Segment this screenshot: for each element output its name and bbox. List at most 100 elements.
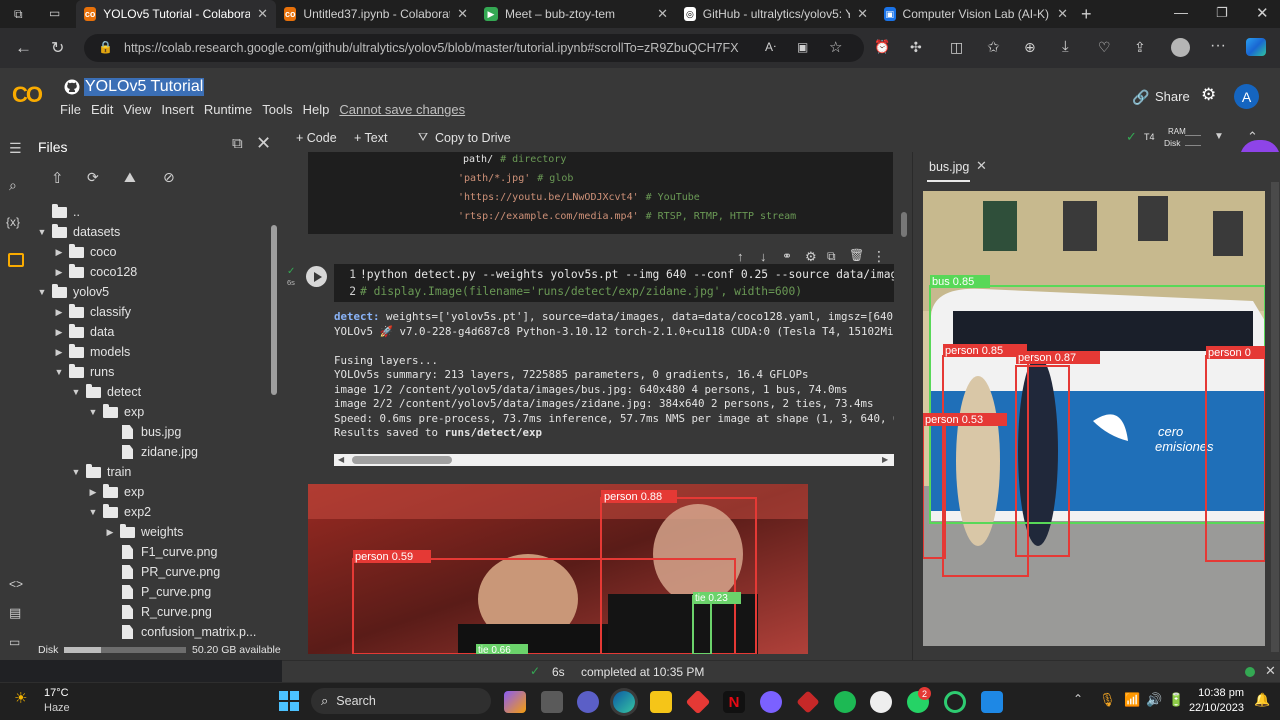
hide-files-icon[interactable]: ⊘ (163, 169, 175, 186)
extensions-icon[interactable]: ✣ (910, 39, 922, 56)
tree-file[interactable]: confusion_matrix.p... (104, 622, 256, 642)
weather-icon[interactable]: ☀ (14, 689, 27, 707)
copy-to-drive-button[interactable]: Copy to Drive (435, 131, 511, 145)
cell-link-icon[interactable]: ⚭ (782, 249, 792, 263)
caret-down-icon[interactable]: ▼ (70, 467, 82, 477)
upload-file-icon[interactable]: ⇧ (51, 169, 64, 187)
read-aloud-icon[interactable]: Aᐧ (765, 40, 776, 54)
browser-tab[interactable]: co YOLOv5 Tutorial - Colaboratory ✕ (76, 0, 276, 28)
menu-item[interactable]: Help (303, 102, 330, 117)
close-viewer-tab-icon[interactable]: ✕ (976, 158, 987, 174)
browser-tab[interactable]: ▶ Meet – bub-ztoy-tem ✕ (476, 0, 676, 28)
runtime-gpu[interactable]: T4 (1144, 132, 1155, 142)
volume-icon[interactable]: 🔊 (1146, 692, 1162, 708)
browser-tab[interactable]: co Untitled37.ipynb - Colaboratory ✕ (276, 0, 476, 28)
share-button[interactable]: Share (1155, 89, 1190, 104)
close-panel-icon[interactable]: ✕ (256, 133, 271, 154)
run-cell-button[interactable] (306, 266, 327, 287)
close-tab-icon[interactable]: ✕ (457, 6, 468, 22)
copilot-icon[interactable] (1246, 38, 1266, 56)
output-hscrollbar[interactable]: ◀ ▶ (334, 454, 894, 466)
teams-icon[interactable] (577, 691, 599, 713)
caret-down-icon[interactable]: ▼ (87, 407, 99, 417)
code-snippets-icon[interactable]: <> (9, 577, 23, 591)
menu-item[interactable]: Runtime (204, 102, 252, 117)
tree-file[interactable]: zidane.jpg (104, 442, 198, 462)
tree-folder[interactable]: ▶ classify (53, 302, 131, 322)
tree-folder[interactable]: ▼ runs (53, 362, 114, 382)
copilot-app-icon[interactable] (504, 691, 526, 713)
tree-folder[interactable]: ▶ models (53, 342, 130, 362)
photos-app-icon[interactable] (760, 691, 782, 713)
caret-right-icon[interactable]: ▶ (53, 267, 65, 278)
caret-right-icon[interactable]: ▶ (53, 327, 65, 338)
notebook-scrollbar[interactable] (901, 212, 907, 237)
previous-code-cell[interactable]: path/ # directory 'path/*.jpg' # glob 'https… (308, 152, 893, 234)
browser-tab[interactable]: ◎ GitHub - ultralytics/yolov5: YOLO ✕ (676, 0, 876, 28)
tree-folder[interactable]: ▼ detect (70, 382, 141, 402)
file-explorer-icon[interactable] (650, 691, 672, 713)
tree-file[interactable]: F1_curve.png (104, 542, 217, 562)
profile-avatar[interactable] (1171, 38, 1190, 57)
caret-right-icon[interactable]: ▶ (53, 247, 65, 258)
task-view-icon[interactable] (541, 691, 563, 713)
tree-scrollbar[interactable] (271, 225, 277, 395)
battery-icon[interactable]: 🔋 (1168, 692, 1184, 708)
tree-folder[interactable]: ▶ weights (104, 522, 183, 542)
tray-overflow-icon[interactable]: ⌃ (1073, 692, 1083, 706)
move-down-icon[interactable]: ↓ (760, 249, 767, 264)
tree-folder[interactable]: ▼ exp (87, 402, 144, 422)
clock-date[interactable]: 22/10/2023 (1186, 702, 1244, 714)
new-tab-icon[interactable]: + (1081, 4, 1092, 25)
search-icon[interactable]: ⌕ (9, 177, 17, 194)
menu-item[interactable]: Edit (91, 102, 113, 117)
git-icon[interactable] (796, 690, 820, 714)
status-text[interactable]: completed at 10:35 PM (581, 665, 704, 679)
anydesk-icon[interactable] (685, 689, 711, 715)
toc-icon[interactable]: ☰ (9, 140, 22, 157)
clock-app-icon[interactable] (870, 691, 892, 713)
runtime-dropdown-icon[interactable]: ▼ (1214, 131, 1224, 142)
window-close-icon[interactable]: ✕ (1256, 4, 1269, 22)
scroll-right-icon[interactable]: ▶ (882, 455, 888, 464)
caret-down-icon[interactable]: ▼ (36, 227, 48, 237)
tree-folder[interactable]: ▼ train (70, 462, 131, 482)
viewer-tab-bus[interactable]: bus.jpg (929, 160, 969, 174)
favorite-star-icon[interactable]: ☆ (829, 38, 842, 56)
menu-item[interactable]: File (60, 102, 81, 117)
workspaces-icon[interactable]: ⧉ (14, 7, 23, 22)
cannot-save-link[interactable]: Cannot save changes (339, 102, 465, 117)
tree-folder[interactable]: ▶ data (53, 322, 114, 342)
refresh-icon[interactable]: ↻ (51, 38, 64, 58)
close-tab-icon[interactable]: ✕ (257, 6, 268, 22)
close-status-icon[interactable]: ✕ (1265, 663, 1276, 679)
caret-right-icon[interactable]: ▶ (53, 307, 65, 318)
menu-item[interactable]: View (123, 102, 151, 117)
add-code-button[interactable]: + Code (296, 131, 337, 145)
share-page-icon[interactable]: ⇪ (1134, 39, 1146, 56)
delete-cell-icon[interactable]: 🗑 (849, 248, 864, 262)
cell-more-icon[interactable]: ⋮ (872, 248, 886, 265)
viewer-scrollbar[interactable] (1271, 182, 1279, 652)
refresh-folder-icon[interactable]: ⟳ (87, 169, 99, 186)
files-folder-icon[interactable] (8, 253, 24, 267)
tree-folder[interactable]: ▶ coco128 (53, 262, 137, 282)
caret-down-icon[interactable]: ▼ (53, 367, 65, 377)
caret-right-icon[interactable]: ▶ (87, 487, 99, 498)
collections-icon[interactable]: ⊕ (1024, 39, 1036, 56)
tree-folder[interactable]: ▼ datasets (36, 222, 120, 242)
open-in-tab-icon[interactable]: ⧉ (232, 135, 243, 152)
scroll-left-icon[interactable]: ◀ (338, 455, 344, 464)
maximize-icon[interactable]: ❐ (1216, 5, 1228, 21)
tree-folder[interactable]: ▶ coco (53, 242, 116, 262)
microphone-icon[interactable]: 🎙 (1099, 692, 1116, 708)
notebook-title[interactable]: YOLOv5 Tutorial (64, 78, 205, 96)
cell-settings-icon[interactable]: ⚙ (805, 249, 817, 265)
split-screen-icon[interactable]: ◫ (950, 39, 963, 56)
minimize-icon[interactable]: — (1174, 4, 1188, 20)
caret-right-icon[interactable]: ▶ (53, 347, 65, 358)
start-windows-icon[interactable] (279, 691, 299, 711)
caret-right-icon[interactable]: ▶ (104, 527, 116, 538)
more-menu-icon[interactable]: ··· (1210, 37, 1226, 55)
account-avatar[interactable]: A (1234, 84, 1259, 109)
